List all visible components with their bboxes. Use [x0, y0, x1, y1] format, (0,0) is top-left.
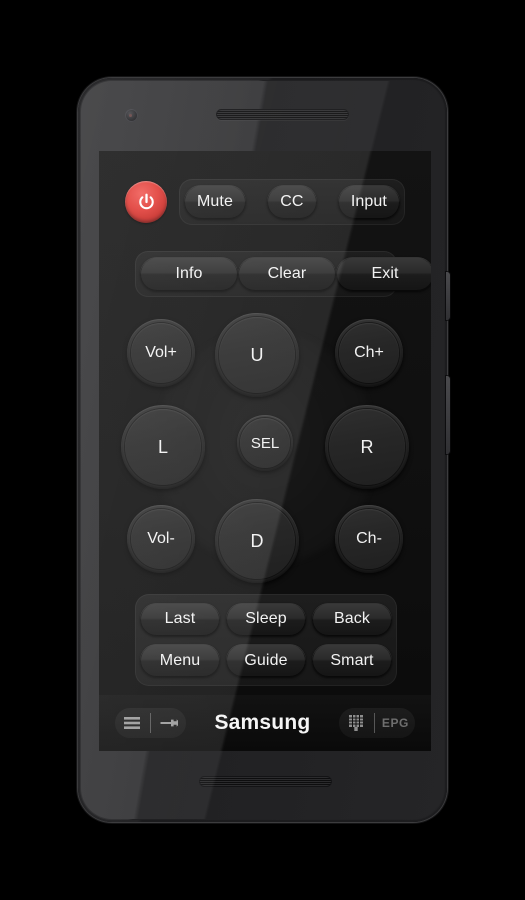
numeric-keypad-icon[interactable]: [345, 712, 367, 734]
dpad-down-button[interactable]: D: [215, 499, 299, 583]
channel-up-label: Ch+: [354, 344, 384, 361]
volume-side-button[interactable]: [446, 376, 450, 454]
footer-toolbar: Samsung EPG: [99, 695, 431, 751]
top-button-group: Mute CC Input: [179, 179, 405, 225]
clear-button[interactable]: Clear: [238, 257, 336, 291]
device-name-label: Samsung: [214, 711, 311, 734]
power-side-button[interactable]: [446, 272, 450, 320]
dpad-cluster: Vol+ U Ch+ L SEL R Vol- D Ch-: [121, 313, 409, 583]
channel-up-button[interactable]: Ch+: [335, 319, 403, 387]
last-button[interactable]: Last: [140, 602, 220, 636]
second-control-row: Info Clear Exit: [99, 251, 431, 301]
footer-divider-left: [150, 713, 151, 733]
volume-up-button[interactable]: Vol+: [127, 319, 195, 387]
dpad-select-label: SEL: [250, 434, 280, 452]
volume-down-button[interactable]: Vol-: [127, 505, 195, 573]
top-control-row: Mute CC Input: [99, 171, 431, 231]
mute-button[interactable]: Mute: [184, 185, 246, 219]
menu-button[interactable]: Menu: [140, 644, 220, 678]
function-row-2: Menu Guide Smart: [140, 644, 392, 678]
channel-down-button[interactable]: Ch-: [335, 505, 403, 573]
dpad-select-button[interactable]: SEL: [237, 415, 293, 471]
info-button[interactable]: Info: [140, 257, 238, 291]
front-camera-icon: [125, 109, 138, 122]
remote-app: Mute CC Input Info Clear Exit Vol+ U Ch+…: [99, 151, 431, 751]
footer-left-cluster: [115, 708, 186, 738]
dpad-right-label: R: [360, 436, 374, 457]
input-button[interactable]: Input: [337, 185, 400, 219]
epg-button[interactable]: EPG: [382, 716, 409, 730]
dpad-up-label: U: [250, 344, 264, 365]
footer-divider-right: [373, 713, 375, 733]
cc-button[interactable]: CC: [267, 185, 317, 219]
phone-device: Mute CC Input Info Clear Exit Vol+ U Ch+…: [78, 78, 450, 822]
volume-up-label: Vol+: [145, 344, 177, 361]
sleep-button[interactable]: Sleep: [226, 602, 306, 636]
bottom-speaker-icon: [199, 776, 332, 787]
dpad-right-button[interactable]: R: [325, 405, 409, 489]
power-button[interactable]: [125, 181, 167, 223]
smart-button[interactable]: Smart: [312, 644, 392, 678]
dpad-left-button[interactable]: L: [121, 405, 205, 489]
second-button-group: Info Clear Exit: [135, 251, 431, 297]
wrench-icon[interactable]: [158, 712, 180, 734]
volume-down-label: Vol-: [147, 530, 175, 547]
phone-screen: Mute CC Input Info Clear Exit Vol+ U Ch+…: [99, 151, 431, 751]
footer-right-cluster: EPG: [338, 708, 415, 738]
guide-button[interactable]: Guide: [226, 644, 306, 678]
exit-button[interactable]: Exit: [336, 257, 431, 291]
dpad-down-label: D: [250, 530, 264, 551]
dpad-up-button[interactable]: U: [215, 313, 299, 397]
function-row-1: Last Sleep Back: [140, 602, 392, 636]
power-icon: [136, 192, 157, 213]
back-button[interactable]: Back: [312, 602, 392, 636]
earpiece-speaker-icon: [216, 109, 349, 120]
phone-front-face: Mute CC Input Info Clear Exit Vol+ U Ch+…: [81, 81, 444, 819]
dpad-left-label: L: [157, 436, 168, 457]
screenshot-root: Mute CC Input Info Clear Exit Vol+ U Ch+…: [0, 0, 525, 900]
function-button-panel: Last Sleep Back Menu Guide Smart: [135, 594, 397, 686]
channel-down-label: Ch-: [356, 530, 382, 547]
hamburger-menu-icon[interactable]: [121, 712, 143, 734]
